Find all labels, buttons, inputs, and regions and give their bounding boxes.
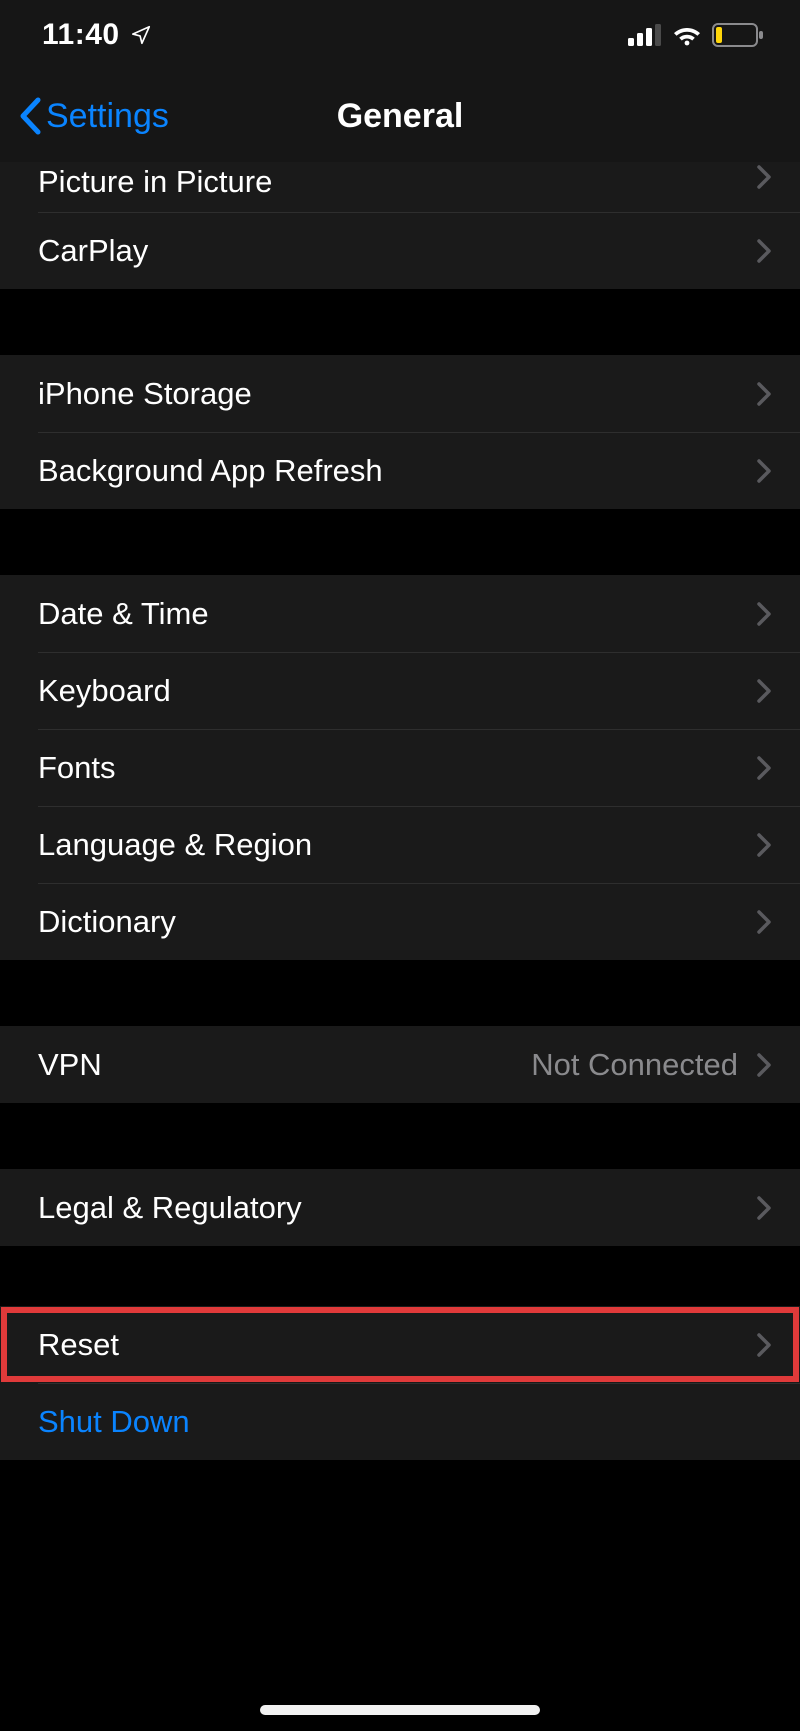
- row-shut-down[interactable]: Shut Down: [0, 1383, 800, 1460]
- settings-group: VPN Not Connected: [0, 1026, 800, 1103]
- chevron-right-icon: [756, 1332, 772, 1358]
- wifi-icon: [672, 24, 702, 46]
- group-separator: [0, 1103, 800, 1169]
- chevron-left-icon: [18, 97, 42, 135]
- row-label: Reset: [38, 1327, 119, 1363]
- row-label: Fonts: [38, 750, 116, 786]
- settings-group: Picture in Picture CarPlay: [0, 162, 800, 289]
- row-label: Background App Refresh: [38, 453, 383, 489]
- row-detail: Not Connected: [531, 1047, 744, 1083]
- row-background-app-refresh[interactable]: Background App Refresh: [0, 432, 800, 509]
- settings-group: iPhone Storage Background App Refresh: [0, 355, 800, 509]
- settings-group: Reset Shut Down: [0, 1306, 800, 1460]
- group-separator: [0, 960, 800, 1026]
- chevron-right-icon: [756, 678, 772, 704]
- home-indicator[interactable]: [260, 1705, 540, 1715]
- row-label: Picture in Picture: [38, 164, 272, 200]
- row-label: Shut Down: [38, 1404, 190, 1440]
- row-label: VPN: [38, 1047, 102, 1083]
- row-legal-regulatory[interactable]: Legal & Regulatory: [0, 1169, 800, 1246]
- cellular-signal-icon: [628, 24, 662, 46]
- back-label: Settings: [46, 97, 169, 136]
- chevron-right-icon: [756, 381, 772, 407]
- row-label: Dictionary: [38, 904, 176, 940]
- row-language-region[interactable]: Language & Region: [0, 806, 800, 883]
- row-dictionary[interactable]: Dictionary: [0, 883, 800, 960]
- row-label: iPhone Storage: [38, 376, 252, 412]
- back-button[interactable]: Settings: [0, 97, 169, 136]
- chevron-right-icon: [756, 1052, 772, 1078]
- row-carplay[interactable]: CarPlay: [0, 212, 800, 289]
- row-keyboard[interactable]: Keyboard: [0, 652, 800, 729]
- row-picture-in-picture[interactable]: Picture in Picture: [0, 162, 800, 212]
- location-services-icon: [130, 24, 152, 46]
- chevron-right-icon: [756, 458, 772, 484]
- row-vpn[interactable]: VPN Not Connected: [0, 1026, 800, 1103]
- chevron-right-icon: [756, 832, 772, 858]
- row-iphone-storage[interactable]: iPhone Storage: [0, 355, 800, 432]
- row-label: CarPlay: [38, 233, 148, 269]
- chevron-right-icon: [756, 909, 772, 935]
- group-separator: [0, 289, 800, 355]
- settings-group: Legal & Regulatory: [0, 1169, 800, 1246]
- row-label: Date & Time: [38, 596, 209, 632]
- row-reset[interactable]: Reset: [0, 1306, 800, 1383]
- group-separator: [0, 509, 800, 575]
- row-fonts[interactable]: Fonts: [0, 729, 800, 806]
- chevron-right-icon: [756, 755, 772, 781]
- nav-bar: Settings General: [0, 70, 800, 162]
- row-label: Keyboard: [38, 673, 171, 709]
- chevron-right-icon: [756, 601, 772, 627]
- row-date-time[interactable]: Date & Time: [0, 575, 800, 652]
- settings-group: Date & Time Keyboard Fonts Language & Re…: [0, 575, 800, 960]
- chevron-right-icon: [756, 238, 772, 264]
- group-separator: [0, 1246, 800, 1306]
- chevron-right-icon: [756, 164, 772, 190]
- battery-icon: [712, 23, 764, 47]
- row-label: Legal & Regulatory: [38, 1190, 302, 1226]
- status-bar: 11:40: [0, 0, 800, 70]
- row-label: Language & Region: [38, 827, 312, 863]
- chevron-right-icon: [756, 1195, 772, 1221]
- status-time: 11:40: [42, 18, 120, 52]
